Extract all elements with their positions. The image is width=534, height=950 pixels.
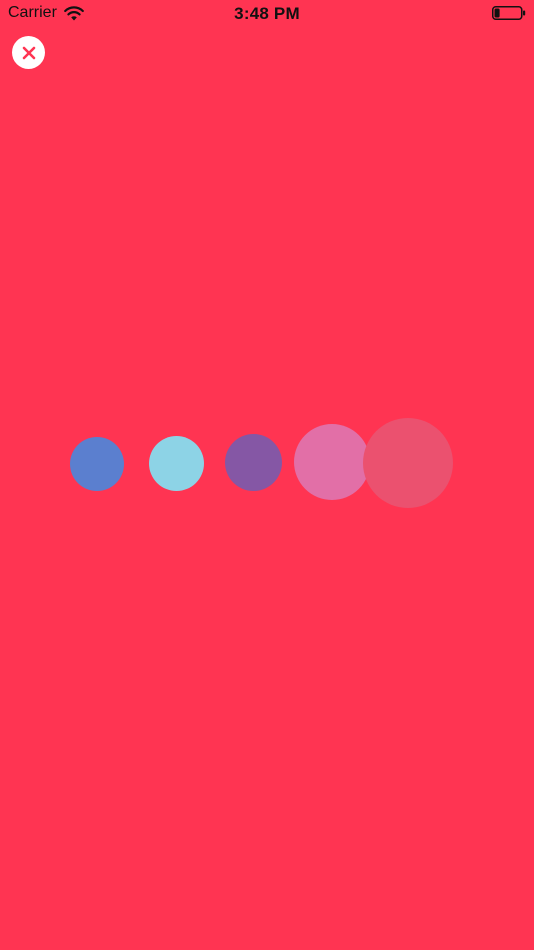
loader-dot — [363, 418, 453, 508]
loader-dot — [149, 436, 204, 491]
battery-icon — [492, 6, 526, 20]
close-icon — [22, 46, 35, 59]
loader-dot — [294, 424, 370, 500]
status-bar: Carrier 3:48 PM — [0, 0, 534, 28]
status-time: 3:48 PM — [234, 4, 300, 23]
loader-dot — [225, 434, 282, 491]
close-button[interactable] — [12, 36, 45, 69]
loader-dot — [70, 437, 124, 491]
